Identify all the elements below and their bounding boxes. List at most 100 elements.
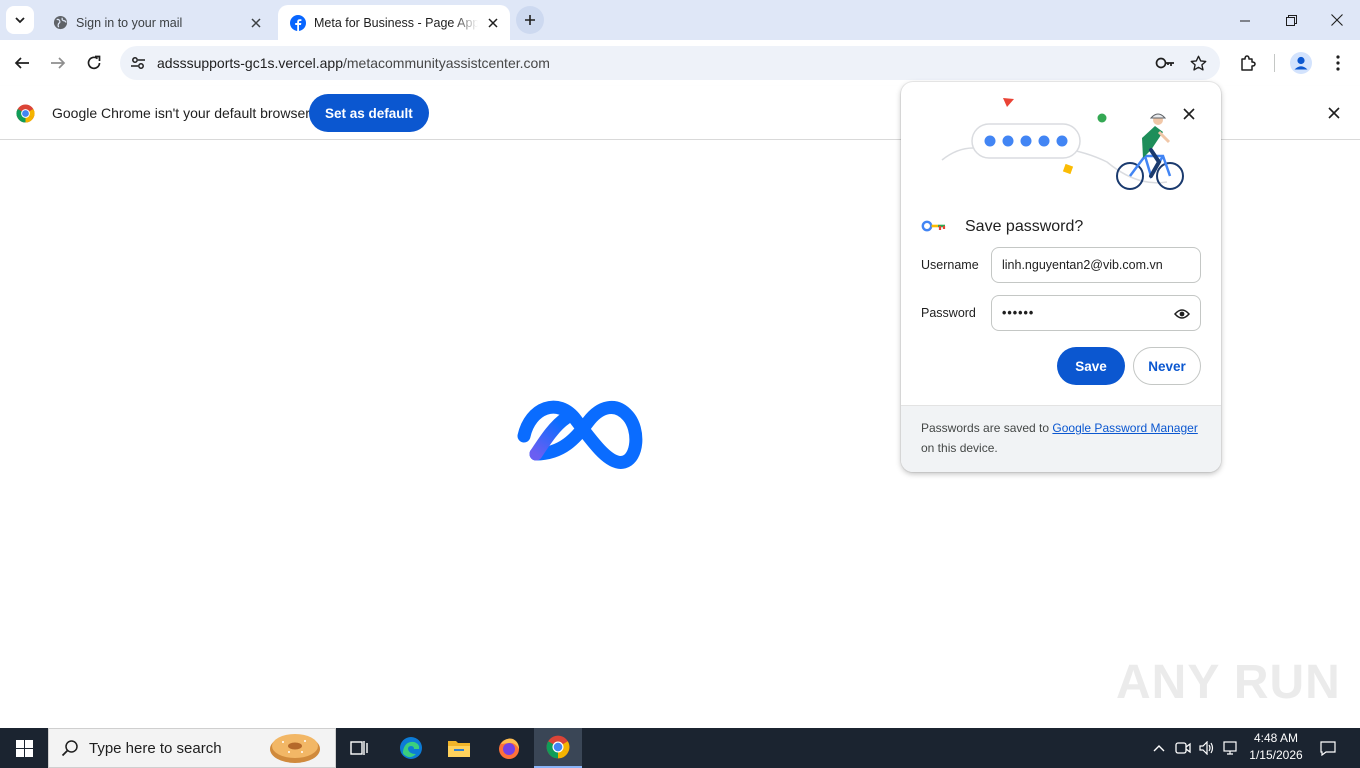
- new-tab-button[interactable]: [516, 6, 544, 34]
- back-button[interactable]: [6, 47, 38, 79]
- footer-suffix: on this device.: [921, 441, 998, 455]
- close-icon: [1328, 107, 1340, 119]
- clock-time: 4:48 AM: [1253, 731, 1299, 745]
- close-icon: [1331, 14, 1343, 26]
- notification-icon: [1320, 740, 1336, 756]
- file-explorer-button[interactable]: [435, 728, 483, 768]
- tab-sign-in-mail[interactable]: Sign in to your mail: [40, 5, 273, 40]
- restore-button[interactable]: [1268, 0, 1314, 40]
- tune-icon: [131, 57, 145, 69]
- edge-icon: [400, 737, 422, 759]
- network-button[interactable]: [1220, 728, 1242, 768]
- password-field[interactable]: ••••••: [991, 295, 1201, 331]
- camera-icon: [1175, 742, 1191, 754]
- bubble-close-button[interactable]: [1177, 102, 1201, 126]
- tab-search-button[interactable]: [6, 6, 34, 34]
- taskbar-search-box[interactable]: Type here to search: [48, 728, 336, 768]
- tab-strip: Sign in to your mail Meta for Business -…: [0, 0, 1360, 40]
- facebook-icon: [290, 14, 306, 31]
- minimize-icon: [1239, 20, 1250, 21]
- taskbar-clock[interactable]: 4:48 AM 1/15/2026: [1240, 730, 1312, 764]
- show-password-button[interactable]: [1172, 304, 1192, 324]
- meet-now-button[interactable]: [1172, 728, 1194, 768]
- windows-logo-icon: [15, 739, 33, 757]
- toolbar-divider: [1274, 54, 1275, 72]
- star-icon: [1190, 55, 1206, 71]
- firefox-icon: [499, 738, 519, 759]
- notifications-button[interactable]: [1316, 728, 1340, 768]
- footer-prefix: Passwords are saved to: [921, 421, 1053, 435]
- bubble-title: Save password?: [965, 218, 1084, 235]
- tab-title: Meta for Business - Page Appeal: [314, 15, 478, 30]
- reload-button[interactable]: [78, 47, 110, 79]
- profile-button[interactable]: [1285, 47, 1317, 79]
- network-icon: [1223, 741, 1237, 755]
- infobar-message: Google Chrome isn't your default browser: [52, 105, 310, 121]
- restore-icon: [1285, 14, 1297, 26]
- speaker-icon: [1199, 741, 1214, 755]
- edge-button[interactable]: [387, 728, 435, 768]
- search-highlight-bagel-icon: [270, 734, 320, 763]
- save-password-bubble: Save password? Username linh.nguyentan2@…: [901, 82, 1221, 472]
- minimize-button[interactable]: [1222, 0, 1268, 40]
- eye-icon: [1174, 309, 1190, 319]
- tab-meta-for-business[interactable]: Meta for Business - Page Appeal: [278, 5, 510, 40]
- username-label: Username: [921, 258, 979, 272]
- google-key-icon: [921, 220, 946, 232]
- chevron-up-icon: [1153, 745, 1165, 752]
- username-field[interactable]: linh.nguyentan2@vib.com.vn: [991, 247, 1201, 283]
- infobar-close-button[interactable]: [1322, 101, 1346, 125]
- chrome-icon: [546, 735, 570, 759]
- windows-taskbar: Type here to search 4:48 AM 1/15/2026: [0, 728, 1360, 768]
- reload-icon: [87, 55, 101, 70]
- firefox-button[interactable]: [485, 728, 533, 768]
- menu-button[interactable]: [1322, 47, 1354, 79]
- forward-button[interactable]: [42, 47, 74, 79]
- password-key-button[interactable]: [1151, 49, 1179, 77]
- more-vert-icon: [1336, 55, 1340, 71]
- url-path: /metacommunityassistcenter.com: [343, 55, 550, 71]
- url-host: adsssupports-gc1s.vercel.app: [157, 55, 343, 71]
- site-info-button[interactable]: [124, 49, 152, 77]
- close-icon: [1183, 108, 1195, 120]
- file-explorer-icon: [448, 741, 470, 757]
- show-hidden-icons-button[interactable]: [1148, 728, 1170, 768]
- url-text: adsssupports-gc1s.vercel.app/metacommuni…: [157, 55, 550, 71]
- volume-button[interactable]: [1196, 728, 1218, 768]
- password-manager-link[interactable]: Google Password Manager: [1052, 421, 1197, 435]
- globe-icon: [52, 15, 68, 31]
- forward-arrow-icon: [51, 57, 66, 69]
- bookmark-button[interactable]: [1184, 49, 1212, 77]
- extensions-button[interactable]: [1232, 47, 1264, 79]
- start-button[interactable]: [0, 728, 48, 768]
- address-bar[interactable]: adsssupports-gc1s.vercel.app/metacommuni…: [120, 46, 1220, 80]
- chrome-button[interactable]: [534, 728, 582, 768]
- never-save-button[interactable]: Never: [1133, 347, 1201, 385]
- tab-title: Sign in to your mail: [76, 15, 183, 30]
- plus-icon: [525, 15, 535, 25]
- close-window-button[interactable]: [1314, 0, 1360, 40]
- search-icon: [61, 740, 78, 757]
- tab-close-icon[interactable]: [247, 14, 265, 32]
- password-value: ••••••: [1002, 306, 1035, 320]
- puzzle-icon: [1241, 55, 1256, 71]
- password-key-icon: [1155, 57, 1174, 69]
- username-value: linh.nguyentan2@vib.com.vn: [1002, 258, 1163, 272]
- toolbar: adsssupports-gc1s.vercel.app/metacommuni…: [0, 40, 1360, 86]
- tab-close-icon[interactable]: [484, 14, 502, 32]
- task-view-icon: [350, 741, 368, 755]
- set-as-default-button[interactable]: Set as default: [309, 94, 429, 132]
- anyrun-watermark: ANY RUN: [1116, 656, 1341, 709]
- avatar-icon: [1290, 52, 1312, 74]
- chevron-down-icon: [15, 17, 25, 24]
- cyclist-illustration-icon: [941, 98, 1184, 190]
- back-arrow-icon: [14, 57, 29, 69]
- bubble-footer: Passwords are saved to Google Password M…: [901, 405, 1221, 472]
- chrome-logo-icon: [16, 104, 35, 123]
- search-placeholder: Type here to search: [89, 740, 222, 757]
- password-label: Password: [921, 306, 976, 320]
- meta-logo-icon: [517, 400, 643, 469]
- task-view-button[interactable]: [336, 728, 384, 768]
- clock-date: 1/15/2026: [1249, 748, 1303, 762]
- save-password-button[interactable]: Save: [1057, 347, 1125, 385]
